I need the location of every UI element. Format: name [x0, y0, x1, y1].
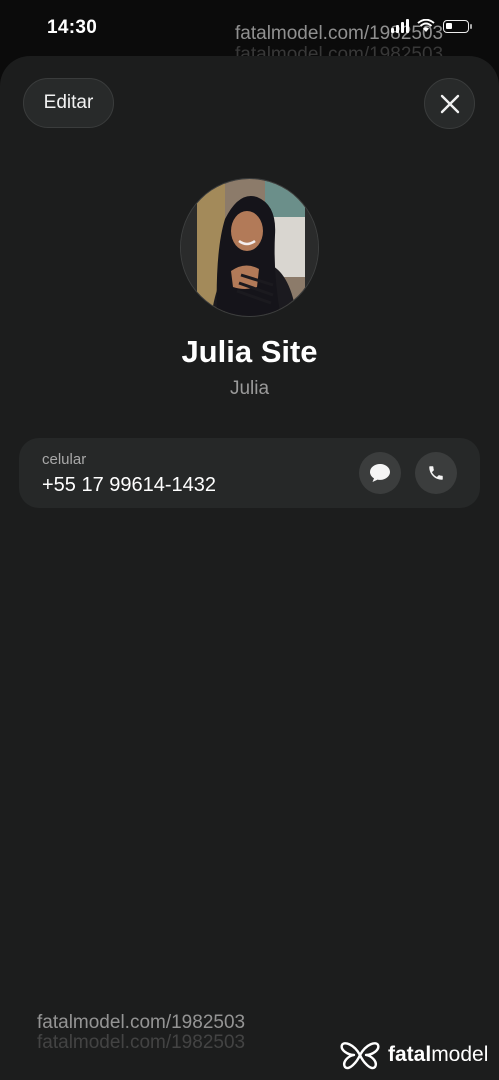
status-bar: 14:30 fatalmodel.com/1982503 fatalmodel.…	[0, 0, 499, 65]
avatar-photo	[181, 179, 318, 316]
edit-button[interactable]: Editar	[23, 78, 114, 128]
message-button[interactable]	[359, 452, 401, 494]
phone-icon	[429, 466, 443, 480]
watermark-bottom-shadow: fatalmodel.com/1982503	[37, 1032, 246, 1053]
avatar	[180, 178, 319, 317]
battery-icon	[443, 19, 472, 33]
close-button[interactable]	[424, 78, 475, 129]
phone-label: celular	[42, 451, 87, 468]
contact-name: Julia Site	[181, 334, 318, 369]
phone-card[interactable]: celular +55 17 99614-1432	[19, 438, 480, 508]
phone-number[interactable]: +55 17 99614-1432	[42, 474, 216, 497]
contact-sheet: Editar Julia Site Julia celular +55 17 9…	[0, 56, 499, 1080]
signal-icon	[391, 19, 409, 33]
brand-logo: fatalmodel	[340, 1040, 488, 1070]
watermark-bottom: fatalmodel.com/1982503	[37, 1012, 246, 1033]
butterfly-logo-icon	[340, 1042, 380, 1070]
message-bubble-icon	[370, 464, 390, 482]
status-icons	[391, 19, 472, 33]
status-time: 14:30	[47, 17, 98, 38]
contact-subname: Julia	[229, 378, 270, 399]
wifi-icon	[417, 19, 435, 32]
close-icon	[440, 94, 459, 113]
brand-wordmark: fatalmodel	[388, 1043, 489, 1066]
call-button[interactable]	[415, 452, 457, 494]
